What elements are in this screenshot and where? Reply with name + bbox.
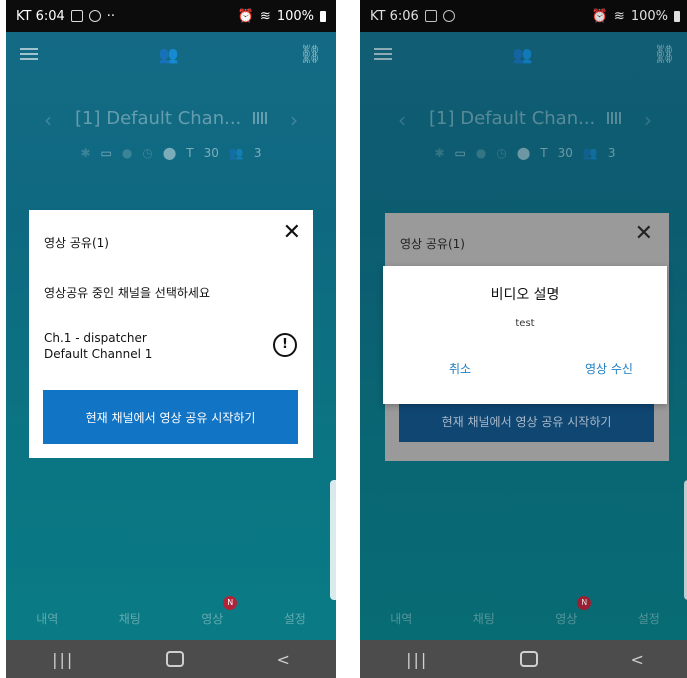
clock-icon: ◷	[142, 146, 153, 160]
recent-apps-icon[interactable]: |||	[52, 650, 74, 669]
app-screen: KT 6:06 ⏰ ≋ 100% 👥 ⛓ ‹ [1] Default Chan.…	[360, 0, 687, 640]
members-icon: 👥	[228, 146, 244, 160]
start-share-button: 현재 채널에서 영상 공유 시작하기	[399, 400, 654, 442]
channel-title: [1] Default Chan...	[74, 108, 242, 129]
users-icon[interactable]: 👥	[159, 45, 179, 64]
bottom-tabbar: 내역 채팅 영상 N 설정	[6, 595, 336, 638]
video-dialog-title: 비디오 설명	[490, 287, 560, 303]
prev-channel-icon[interactable]: ‹	[44, 108, 52, 132]
notification-icon	[70, 10, 83, 22]
tab-video[interactable]: 영상 N	[201, 595, 238, 627]
next-channel-icon[interactable]: ›	[290, 108, 298, 132]
wifi-signal-icon: ≋	[259, 8, 271, 24]
back-icon[interactable]: <	[631, 650, 644, 669]
home-icon[interactable]	[520, 651, 539, 667]
more-notifications-icon: ··	[106, 8, 116, 24]
menu-icon[interactable]	[20, 48, 38, 60]
recent-apps-icon[interactable]: |||	[406, 650, 428, 669]
warning-icon[interactable]: !	[273, 333, 297, 357]
tab-chat[interactable]: 채팅	[119, 610, 141, 627]
unlink-icon[interactable]: ⛓	[299, 44, 322, 65]
new-badge: N	[223, 595, 238, 610]
alarm-icon: ⏰	[237, 8, 254, 24]
dialog-title: 영상 공유(1)	[44, 236, 109, 250]
system-navbar: ||| <	[360, 640, 687, 678]
channel-info: ✱ ▭ ● ◷ ⬤ T 30 👥 3	[6, 146, 336, 160]
status-bar: KT 6:04 ·· ⏰ ≋ 100%	[6, 0, 336, 32]
tab-video-label: 영상	[201, 611, 224, 626]
dialog-instruction: 영상공유 중인 채널을 선택하세요	[44, 286, 211, 300]
lock-icon: ●	[121, 146, 133, 160]
bluetooth-icon: ✱	[80, 146, 91, 160]
video-share-dialog: 영상 공유(1) ✕ 영상공유 중인 채널을 선택하세요 Ch.1 - disp…	[29, 210, 313, 458]
close-icon[interactable]: ✕	[283, 222, 301, 244]
t-icon: T	[186, 146, 194, 160]
channel-title-row: ‹ [1] Default Chan... ›	[6, 108, 336, 132]
video-icon: ▭	[100, 146, 112, 160]
t-value: 30	[203, 146, 219, 160]
message-icon	[88, 10, 101, 22]
members-count: 3	[253, 146, 262, 160]
home-icon[interactable]	[166, 651, 185, 667]
channel-name: Ch.1 - dispatcher	[44, 331, 147, 345]
phone-right: KT 6:06 ⏰ ≋ 100% 👥 ⛓ ‹ [1] Default Chan.…	[360, 0, 687, 678]
close-icon: ✕	[634, 221, 653, 246]
app-screen: KT 6:04 ·· ⏰ ≋ 100% 👥 ⛓ ‹ [1] Default Ch…	[6, 0, 336, 640]
channel-list-item[interactable]: Ch.1 - dispatcher Default Channel 1	[44, 330, 152, 362]
phone-left: KT 6:04 ·· ⏰ ≋ 100% 👥 ⛓ ‹ [1] Default Ch…	[6, 0, 336, 678]
signal-icon	[253, 112, 268, 124]
tab-history[interactable]: 내역	[36, 610, 58, 627]
channel-description: Default Channel 1	[44, 347, 153, 361]
system-navbar: ||| <	[6, 640, 336, 678]
battery-icon	[320, 10, 326, 22]
carrier-time: KT 6:04	[16, 8, 65, 24]
cancel-button[interactable]: 취소	[449, 360, 471, 377]
receive-video-button[interactable]: 영상 수신	[585, 360, 633, 377]
side-drawer-handle[interactable]	[330, 480, 336, 600]
video-dialog-description: test	[515, 318, 535, 329]
video-description-dialog: 비디오 설명 test 취소 영상 수신	[383, 266, 667, 404]
dialog-title: 영상 공유(1)	[400, 237, 465, 251]
back-icon[interactable]: <	[277, 650, 290, 669]
start-share-button[interactable]: 현재 채널에서 영상 공유 시작하기	[43, 390, 298, 444]
location-icon: ⬤	[162, 146, 177, 160]
battery-level: 100%	[276, 8, 314, 24]
tab-settings[interactable]: 설정	[284, 610, 306, 627]
app-bar: 👥 ⛓	[6, 32, 336, 76]
